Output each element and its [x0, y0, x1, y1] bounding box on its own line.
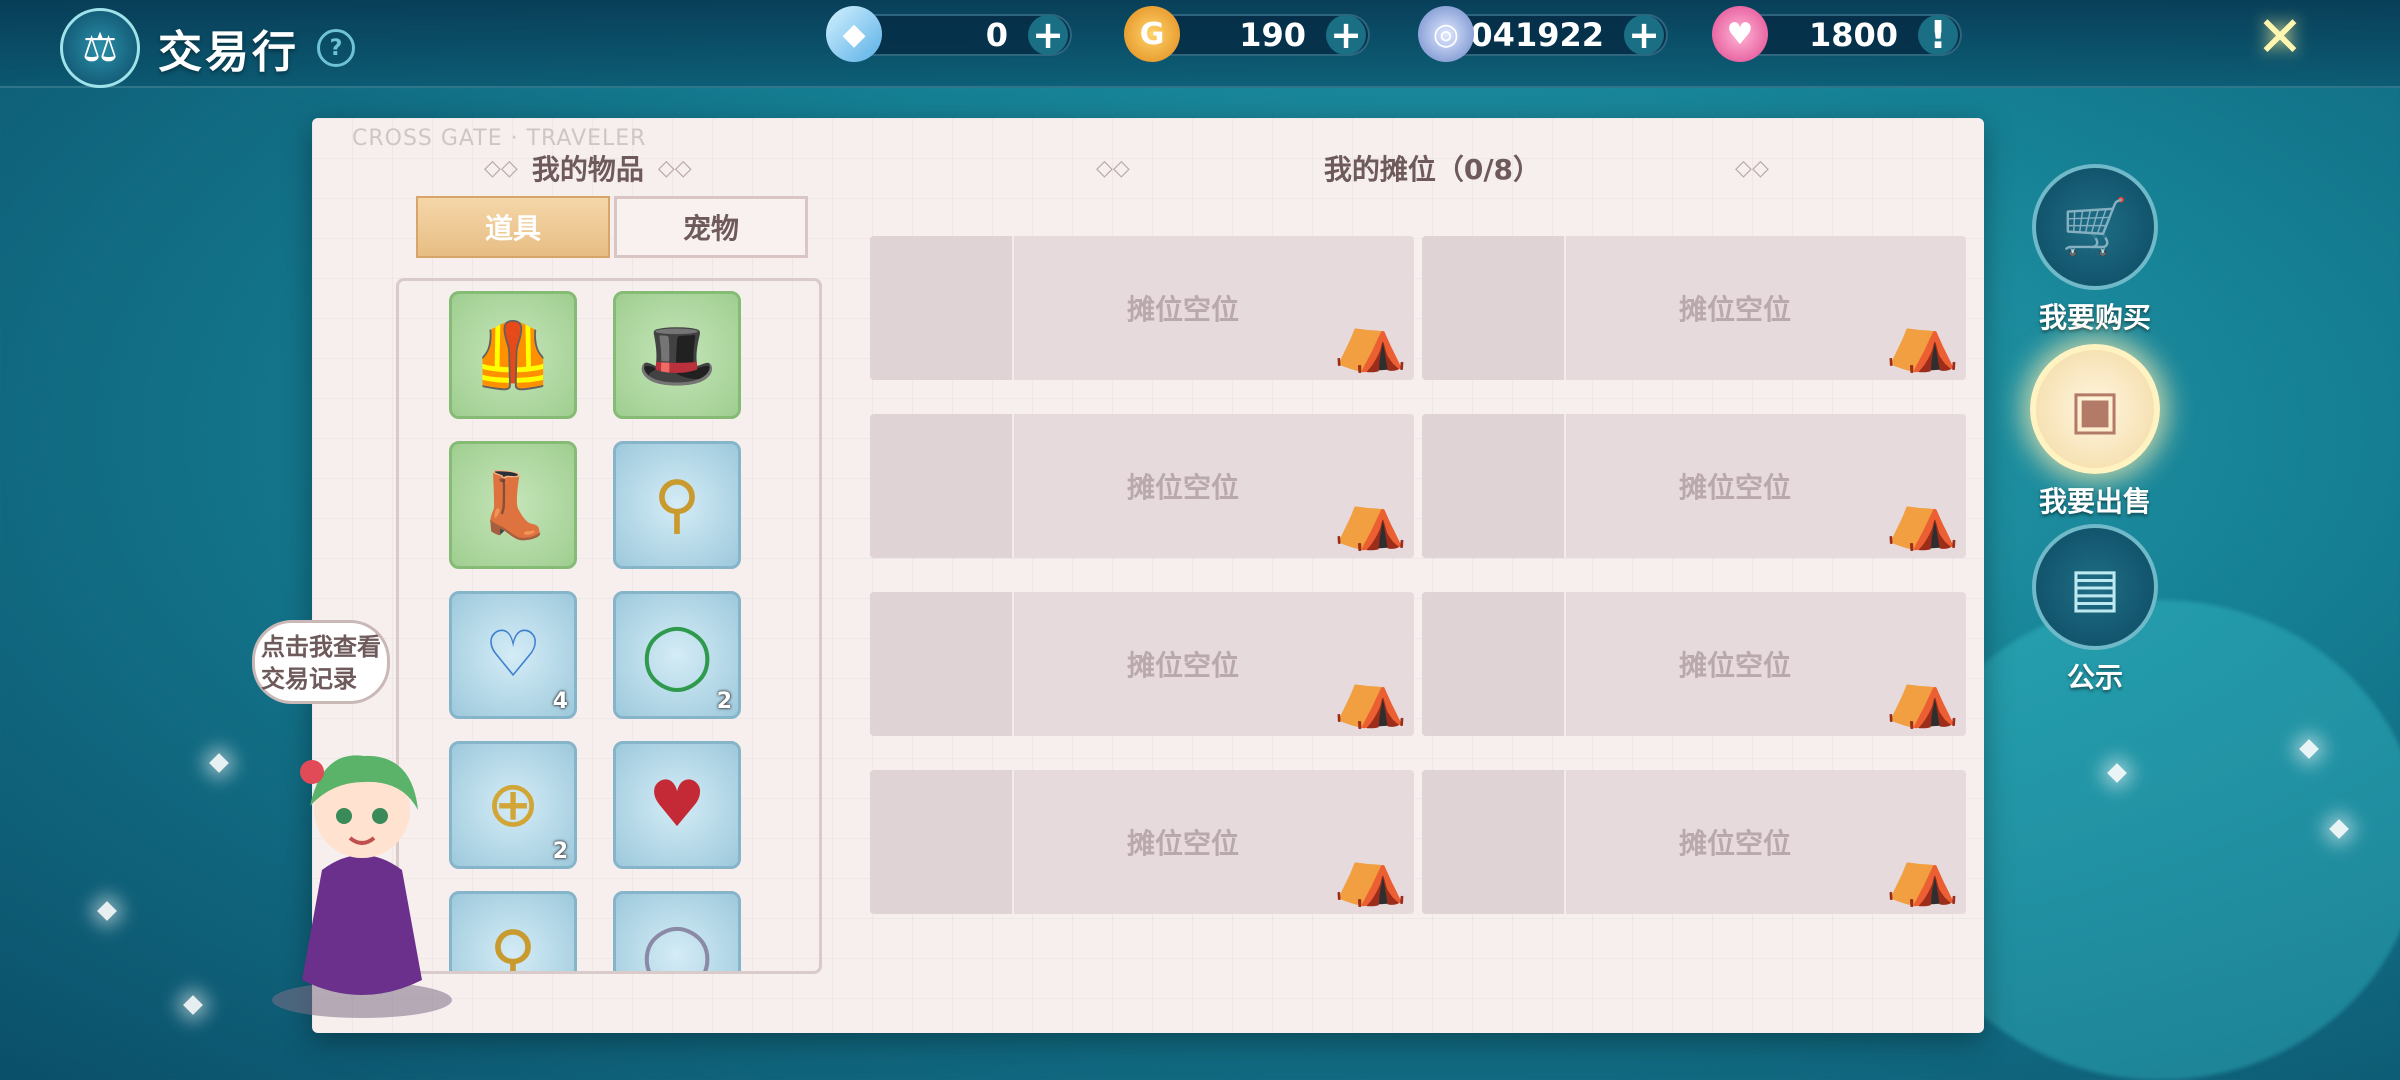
- currency-crystal: 0 ◆ +: [826, 6, 1072, 62]
- crystal-icon: ◆: [826, 6, 882, 62]
- currency-gold: 190 G +: [1124, 6, 1370, 62]
- item-count: 2: [552, 839, 568, 864]
- stall-slot-image: [870, 592, 1014, 736]
- nav-sell[interactable]: ▣ 我要出售: [2030, 344, 2160, 520]
- stall-slot[interactable]: 摊位空位 ⛺: [1422, 770, 1966, 914]
- title-group: ⚖ 交易行 ?: [60, 8, 355, 88]
- necklace-icon: ♡: [484, 618, 542, 692]
- trade-record-bubble[interactable]: 点击我查看交易记录: [252, 620, 390, 704]
- currency-value: 1800: [1808, 16, 1898, 54]
- top-hat-icon: 🎩: [637, 318, 717, 393]
- bangle-icon: ◯: [641, 618, 713, 692]
- item-count: 4: [552, 689, 568, 714]
- add-gold-button[interactable]: +: [1326, 15, 1366, 55]
- sell-box-icon: ▣: [2030, 344, 2160, 474]
- nav-buy-label: 我要购买: [2038, 301, 2151, 334]
- market-stand-icon: ⛺: [1885, 483, 1960, 553]
- item-count: 2: [716, 689, 732, 714]
- add-silver-button[interactable]: +: [1624, 15, 1664, 55]
- armor-vest-icon: 🦺: [473, 318, 553, 393]
- stall-slot-image: [1422, 770, 1566, 914]
- ruby-necklace-icon: ♥: [648, 768, 706, 842]
- bulletin-board-icon: ▤: [2032, 524, 2158, 650]
- my-stalls-title: 我的摊位（0/8）: [1323, 153, 1542, 186]
- stall-slot[interactable]: 摊位空位 ⛺: [1422, 236, 1966, 380]
- stall-slot-image: [870, 770, 1014, 914]
- inventory-item-fang-necklace[interactable]: ♡ 4: [449, 591, 577, 719]
- item-icon: ⚲: [489, 918, 537, 974]
- silver-coin-icon: ◎: [1418, 6, 1474, 62]
- item-category-tabs: 道具 宠物: [416, 196, 808, 258]
- market-stand-icon: ⛺: [1885, 839, 1960, 909]
- currency-heart: 1800 ♥ !: [1712, 6, 1962, 62]
- my-items-title-group: ◇◇ 我的物品 ◇◇: [484, 148, 692, 188]
- help-icon[interactable]: ?: [317, 29, 355, 67]
- stall-slot-image: [1422, 592, 1566, 736]
- ornament-icon: ◇◇: [1735, 155, 1769, 181]
- stall-slot[interactable]: 摊位空位 ⛺: [870, 414, 1414, 558]
- tab-items[interactable]: 道具: [416, 196, 610, 258]
- inventory-item-boots[interactable]: 👢: [449, 441, 577, 569]
- ornament-icon: ◇◇: [1096, 155, 1130, 181]
- gold-coin-icon: G: [1124, 6, 1180, 62]
- inventory-item-ruby-necklace[interactable]: ♥: [613, 741, 741, 869]
- my-items-title: 我的物品: [531, 153, 644, 186]
- inventory-item-armor-vest[interactable]: 🦺: [449, 291, 577, 419]
- currency-value: 190: [1239, 16, 1306, 54]
- cart-icon: 🛒: [2032, 164, 2158, 290]
- sparkle-decoration: [183, 995, 203, 1015]
- market-stand-icon: ⛺: [1333, 483, 1408, 553]
- nav-sell-label: 我要出售: [2038, 485, 2151, 518]
- mascot-illustration: [272, 755, 452, 1018]
- inventory-item-partial[interactable]: ◯: [613, 891, 741, 974]
- boots-icon: 👢: [473, 468, 553, 543]
- market-stand-icon: ⛺: [1885, 305, 1960, 375]
- stall-slot-image: [1422, 236, 1566, 380]
- market-stand-icon: ⛺: [1333, 305, 1408, 375]
- nav-buy[interactable]: 🛒 我要购买: [2032, 164, 2158, 336]
- trade-panel: CROSS GATE · TRAVELER ◇◇ 我的物品 ◇◇ ◇◇ 我的摊位…: [312, 118, 1984, 1033]
- stall-slot[interactable]: 摊位空位 ⛺: [1422, 414, 1966, 558]
- nav-bulletin[interactable]: ▤ 公示: [2032, 524, 2158, 696]
- my-stalls-title-group: ◇◇ 我的摊位（0/8） ◇◇: [1096, 148, 1769, 188]
- stall-slot[interactable]: 摊位空位 ⛺: [870, 592, 1414, 736]
- stall-slot-image: [1422, 414, 1566, 558]
- earrings-icon: ⚲: [653, 468, 701, 542]
- stall-slot[interactable]: 摊位空位 ⛺: [870, 236, 1414, 380]
- add-crystal-button[interactable]: +: [1028, 15, 1068, 55]
- stall-slot-image: [870, 236, 1014, 380]
- market-stand-icon: ⛺: [1333, 661, 1408, 731]
- coin-earrings-icon: ⊕: [486, 768, 540, 842]
- currency-silver: 3041922 ◎ +: [1418, 6, 1668, 62]
- heart-info-button[interactable]: !: [1918, 15, 1958, 55]
- item-icon: ◯: [641, 918, 713, 974]
- sparkle-decoration: [97, 901, 117, 921]
- stall-slot[interactable]: 摊位空位 ⛺: [1422, 592, 1966, 736]
- page-title: 交易行: [158, 27, 299, 78]
- currency-value: 0: [985, 16, 1008, 54]
- top-bar: ⚖ 交易行 ? 0 ◆ + 190 G + 3041922 ◎ + 1800 ♥…: [0, 0, 2400, 88]
- market-stand-icon: ⛺: [1333, 839, 1408, 909]
- heart-icon: ♥: [1712, 6, 1768, 62]
- stall-slot[interactable]: 摊位空位 ⛺: [870, 770, 1414, 914]
- sparkle-decoration: [209, 753, 229, 773]
- close-button[interactable]: ✕: [2252, 10, 2308, 66]
- ornament-icon: ◇◇: [484, 155, 518, 181]
- balance-scale-icon: ⚖: [60, 8, 140, 88]
- inventory-item-top-hat[interactable]: 🎩: [613, 291, 741, 419]
- inventory-item-jade-bangle[interactable]: ◯ 2: [613, 591, 741, 719]
- ornament-icon: ◇◇: [657, 155, 692, 181]
- mascot-character[interactable]: [252, 720, 472, 1020]
- inventory-grid: 🦺 🎩 👢 ⚲ ♡ 4 ◯ 2 ⊕ 2 ♥ ⚲ ◯: [449, 291, 741, 974]
- inventory-item-earrings-gold[interactable]: ⚲: [613, 441, 741, 569]
- stall-slot-image: [870, 414, 1014, 558]
- tab-pets[interactable]: 宠物: [614, 196, 808, 258]
- nav-bulletin-label: 公示: [2066, 661, 2123, 694]
- market-stand-icon: ⛺: [1885, 661, 1960, 731]
